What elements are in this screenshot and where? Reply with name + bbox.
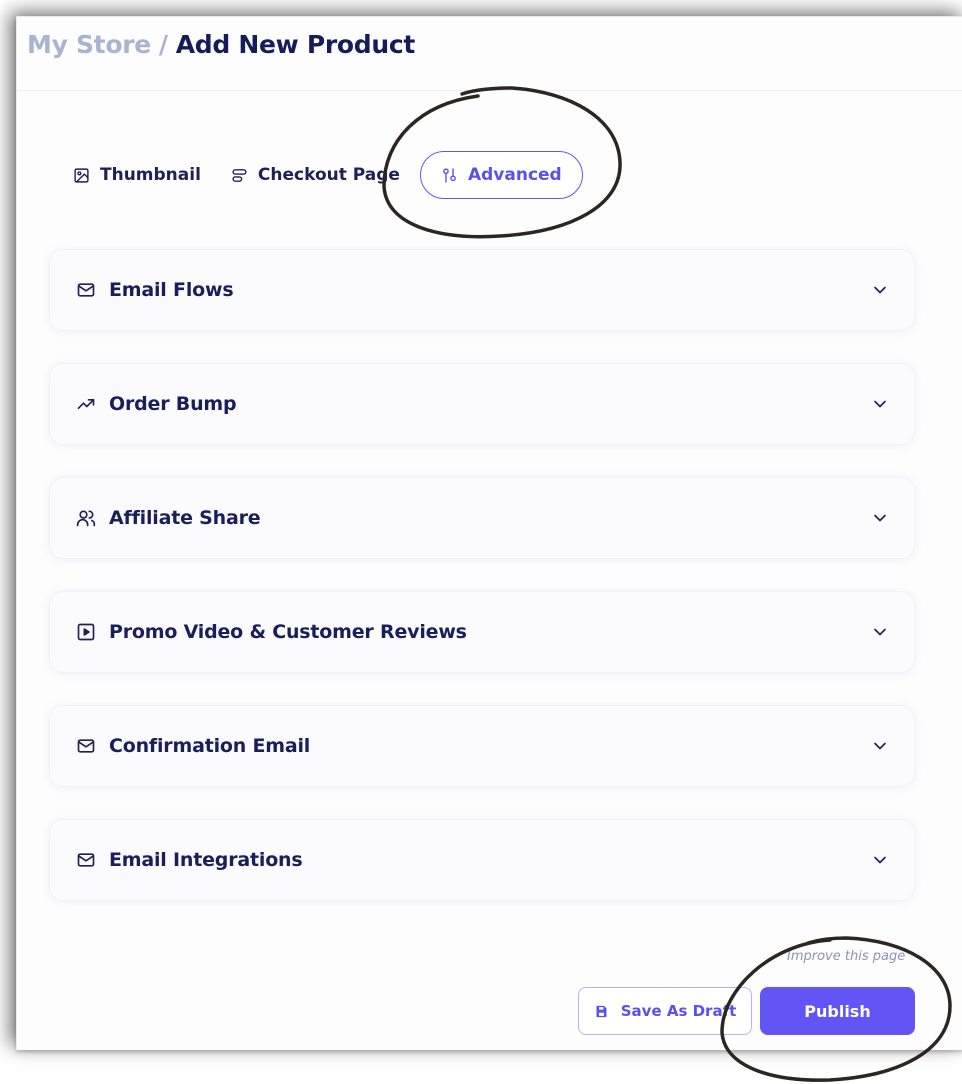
section-label: Email Integrations <box>109 849 303 871</box>
section-email-integrations[interactable]: Email Integrations <box>49 819 915 901</box>
publish-label: Publish <box>804 1001 871 1021</box>
page-header: My Store / Add New Product <box>17 17 962 91</box>
section-order-bump[interactable]: Order Bump <box>49 363 915 445</box>
mail-icon <box>75 279 97 301</box>
tab-bar: Thumbnail Checkout Page Advanced <box>73 151 613 199</box>
mail-icon <box>75 735 97 757</box>
chevron-down-icon[interactable] <box>870 850 890 870</box>
section-affiliate-share[interactable]: Affiliate Share <box>49 477 915 559</box>
tab-label: Thumbnail <box>100 165 201 185</box>
page-title: Add New Product <box>175 30 416 59</box>
chevron-down-icon[interactable] <box>870 394 890 414</box>
tab-label: Checkout Page <box>257 165 400 185</box>
chevron-down-icon[interactable] <box>870 508 890 528</box>
chevron-down-icon[interactable] <box>870 280 890 300</box>
section-label: Promo Video & Customer Reviews <box>109 621 467 643</box>
section-label: Confirmation Email <box>109 735 311 757</box>
mail-icon <box>75 849 97 871</box>
trending-up-icon <box>75 393 97 415</box>
section-label: Order Bump <box>109 393 237 415</box>
breadcrumb: My Store / Add New Product <box>27 30 415 59</box>
save-draft-label: Save As Draft <box>620 1002 737 1020</box>
chevron-down-icon[interactable] <box>870 736 890 756</box>
section-promo-video-customer-reviews[interactable]: Promo Video & Customer Reviews <box>49 591 915 673</box>
image-icon <box>74 167 89 183</box>
save-icon <box>596 1005 607 1017</box>
users-icon <box>75 507 97 529</box>
section-label: Email Flows <box>109 279 234 301</box>
save-draft-button[interactable]: Save As Draft <box>578 987 752 1035</box>
tab-checkout-page[interactable]: Checkout Page <box>231 151 400 199</box>
tab-advanced[interactable]: Advanced <box>419 151 583 199</box>
accordion-sections: Email Flows Order Bump Affiliate Share P… <box>49 249 915 933</box>
settings-sliders-icon <box>443 167 456 183</box>
chevron-down-icon[interactable] <box>870 622 890 642</box>
publish-button[interactable]: Publish <box>760 987 915 1035</box>
section-label: Affiliate Share <box>109 507 261 529</box>
tab-thumbnail[interactable]: Thumbnail <box>73 151 201 199</box>
section-email-flows[interactable]: Email Flows <box>49 249 915 331</box>
breadcrumb-my-store[interactable]: My Store <box>27 30 151 59</box>
tab-label: Advanced <box>467 165 562 185</box>
video-play-icon <box>75 621 97 643</box>
app-window: My Store / Add New Product Thumbnail Check… <box>16 16 962 1050</box>
section-confirmation-email[interactable]: Confirmation Email <box>49 705 915 787</box>
breadcrumb-separator: / <box>158 30 168 59</box>
improve-page-link[interactable]: Improve this page <box>787 949 905 964</box>
layout-icon <box>232 168 247 182</box>
